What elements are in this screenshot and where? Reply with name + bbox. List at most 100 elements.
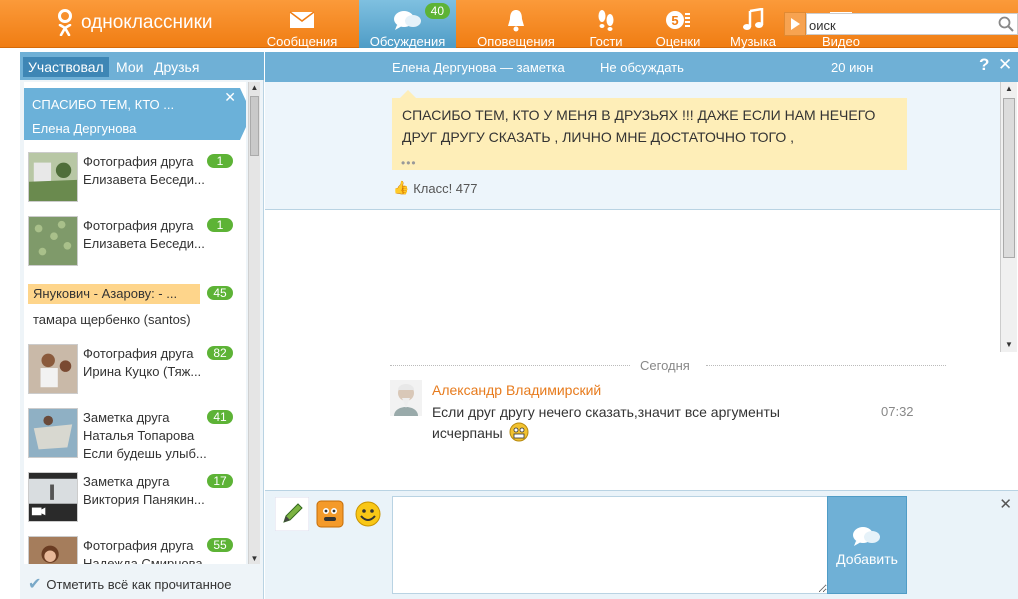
list-item-author: тамара щербенко (santos) <box>33 312 191 327</box>
help-icon[interactable]: ? <box>979 55 989 75</box>
list-item[interactable]: Фотография друга Ирина Куцко (Тяж... 82 <box>24 344 246 404</box>
list-item-count-badge: 82 <box>207 346 233 360</box>
search-icon[interactable] <box>998 16 1014 32</box>
svg-text:5: 5 <box>671 13 678 28</box>
discussion-list: СПАСИБО ТЕМ, КТО ... Елена Дергунова ✕ Ф… <box>24 82 246 564</box>
tab-friends[interactable]: Друзья <box>149 57 204 77</box>
mark-all-read-button[interactable]: ✔ Отметить всё как прочитанное <box>28 574 231 594</box>
footprints-icon <box>598 10 614 31</box>
nav-music[interactable]: Музыка <box>722 0 784 49</box>
add-comment-label: Добавить <box>836 551 898 567</box>
list-item-type: Заметка друга <box>83 410 170 425</box>
list-item-author: Елизавета Беседи... <box>83 236 205 251</box>
photo-thumbnail <box>28 536 78 564</box>
nav-messages[interactable]: Сообщения <box>258 0 346 49</box>
tab-mine[interactable]: Мои <box>111 57 148 77</box>
topic-header-author[interactable]: Елена Дергунова — заметка <box>392 60 565 75</box>
smiley-icon <box>509 422 529 442</box>
sticker-button[interactable] <box>313 497 347 531</box>
nav-ratings[interactable]: 5 Оценки <box>648 0 708 49</box>
klass-button[interactable]: 👍 Класс! 477 <box>393 180 478 196</box>
mark-all-read-label: Отметить всё как прочитанное <box>46 576 232 592</box>
list-item-count-badge: 45 <box>207 286 233 300</box>
comment-author[interactable]: Александр Владимирский <box>432 382 601 398</box>
nav-video-label: Видео <box>822 34 860 49</box>
close-icon[interactable]: ✕ <box>999 495 1012 513</box>
list-item-author: Надежда Смирнова <box>83 556 203 564</box>
envelope-icon <box>289 11 315 28</box>
nav-discussions[interactable]: Обсуждения 40 <box>359 0 456 49</box>
klass-count: Класс! 477 <box>413 180 478 196</box>
nav-music-label: Музыка <box>730 34 776 49</box>
list-item[interactable]: Фотография друга Елизавета Беседи... 1 <box>24 152 246 212</box>
list-item-type: Фотография друга <box>83 346 194 361</box>
close-icon[interactable]: ✕ <box>998 55 1012 75</box>
topic-more-button[interactable]: ••• <box>401 156 417 170</box>
close-icon[interactable]: ✕ <box>224 89 236 106</box>
list-item-type: Фотография друга <box>83 538 194 553</box>
list-item-count-badge: 41 <box>207 410 233 424</box>
discussion-scrollbar[interactable]: ▲ ▼ <box>1000 82 1017 352</box>
photo-thumbnail <box>28 344 78 394</box>
play-icon[interactable] <box>784 12 806 36</box>
stop-discussing-button[interactable]: Не обсуждать <box>600 60 684 75</box>
discussions-sidebar: Участвовал Мои Друзья СПАСИБО ТЕМ, КТО .… <box>20 52 264 599</box>
comment-input[interactable] <box>392 496 828 594</box>
scroll-up-arrow-icon[interactable]: ▲ <box>1003 83 1015 95</box>
smiley-button[interactable] <box>351 497 385 531</box>
add-comment-button[interactable]: Добавить <box>827 496 907 594</box>
pencil-icon <box>274 496 310 532</box>
scroll-up-arrow-icon[interactable]: ▲ <box>250 82 259 93</box>
list-item[interactable]: Янукович - Азарову: - ... тамара щербенк… <box>24 284 246 340</box>
list-item-count-badge: 17 <box>207 474 233 488</box>
nav-notifications[interactable]: Оповещения <box>468 0 564 49</box>
search-input[interactable] <box>806 13 1018 35</box>
tab-participated[interactable]: Участвовал <box>23 57 109 77</box>
photo-thumbnail <box>28 408 78 458</box>
selected-topic-author: Елена Дергунова <box>32 121 137 136</box>
sidebar-scrollbar[interactable]: ▲ ▼ <box>248 82 260 564</box>
list-item[interactable]: Заметка друга Наталья Топарова Если буде… <box>24 408 246 468</box>
scroll-down-arrow-icon[interactable]: ▼ <box>1003 339 1015 351</box>
scrollbar-thumb[interactable] <box>1003 98 1015 258</box>
video-thumbnail <box>28 472 78 522</box>
topic-date: 20 июн <box>831 60 874 75</box>
thumbs-up-icon: 👍 <box>393 180 410 195</box>
avatar[interactable] <box>390 380 422 416</box>
list-item-snippet: Если будешь улыб... <box>83 446 207 461</box>
discussions-count-badge: 40 <box>424 3 450 19</box>
comment-time: 07:32 <box>881 404 914 419</box>
rating-five-icon: 5 <box>666 11 690 29</box>
list-item[interactable]: Заметка друга Виктория Панякин... 17 <box>24 472 246 532</box>
scroll-down-arrow-icon[interactable]: ▼ <box>250 553 259 564</box>
brand-name: одноклассники <box>81 12 213 33</box>
list-item-type: Заметка друга <box>83 474 170 489</box>
nav-ratings-label: Оценки <box>655 34 701 49</box>
list-item-note-title: Янукович - Азарову: - ... <box>28 284 200 304</box>
list-item[interactable]: Фотография друга Елизавета Беседи... 1 <box>24 216 246 276</box>
compose-area: Добавить ✕ <box>265 490 1018 599</box>
date-divider: Сегодня <box>390 358 946 374</box>
list-item-type: Фотография друга <box>83 218 194 233</box>
nav-guests-label: Гости <box>589 34 623 49</box>
sidebar-tabs: Участвовал Мои Друзья <box>20 52 264 80</box>
pencil-button[interactable] <box>274 496 310 532</box>
nav-discussions-label: Обсуждения <box>369 34 446 49</box>
top-navigation-bar: одноклассники Сообщения Обсуждения 40 Оп… <box>0 0 1018 49</box>
list-item-selected[interactable]: СПАСИБО ТЕМ, КТО ... Елена Дергунова ✕ <box>24 88 246 140</box>
smiley-icon <box>355 501 381 527</box>
date-divider-label: Сегодня <box>640 358 690 373</box>
nav-guests[interactable]: Гости <box>580 0 632 49</box>
topic-area: СПАСИБО ТЕМ, КТО У МЕНЯ В ДРУЗЬЯХ !!! ДА… <box>265 82 1000 210</box>
list-item[interactable]: Фотография друга Надежда Смирнова 55 <box>24 536 246 564</box>
list-item-count-badge: 55 <box>207 538 233 552</box>
selected-topic-title: СПАСИБО ТЕМ, КТО ... <box>32 97 175 112</box>
bell-icon <box>508 10 524 32</box>
chat-bubbles-icon <box>853 527 880 546</box>
ok-logo-icon <box>55 9 75 37</box>
scrollbar-thumb[interactable] <box>250 96 259 156</box>
list-item-author: Елизавета Беседи... <box>83 172 205 187</box>
comment: Александр Владимирский Если друг другу н… <box>390 380 930 444</box>
brand-logo[interactable]: одноклассники <box>55 9 213 37</box>
music-note-icon <box>743 8 764 30</box>
